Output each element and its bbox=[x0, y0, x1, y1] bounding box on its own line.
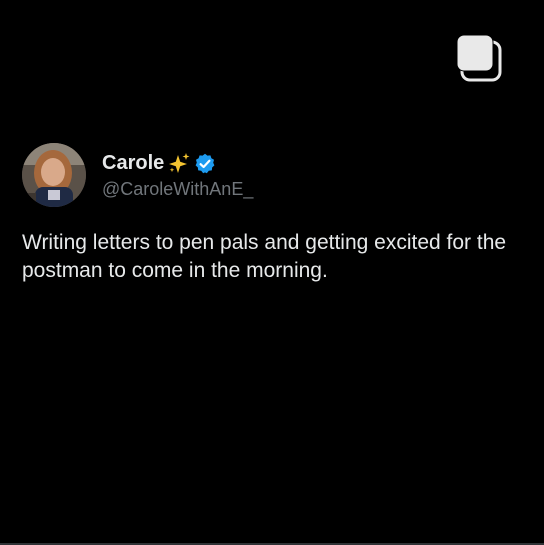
sparkles-icon bbox=[167, 152, 191, 176]
post-text: Writing letters to pen pals and getting … bbox=[22, 231, 507, 282]
author-row: Carole @CaroleWithAnE_ bbox=[22, 143, 527, 207]
post-screenshot: Carole @CaroleWithAnE_ Writing letters t… bbox=[0, 0, 544, 545]
post[interactable]: Carole @CaroleWithAnE_ Writing letters t… bbox=[22, 143, 527, 285]
avatar[interactable] bbox=[22, 143, 86, 207]
name-line: Carole bbox=[102, 151, 253, 177]
verified-badge-icon bbox=[194, 153, 216, 175]
handle[interactable]: @CaroleWithAnE_ bbox=[102, 179, 253, 200]
stacked-pages-icon[interactable] bbox=[456, 34, 504, 82]
display-name[interactable]: Carole bbox=[102, 152, 164, 175]
author-meta: Carole @CaroleWithAnE_ bbox=[102, 151, 253, 200]
